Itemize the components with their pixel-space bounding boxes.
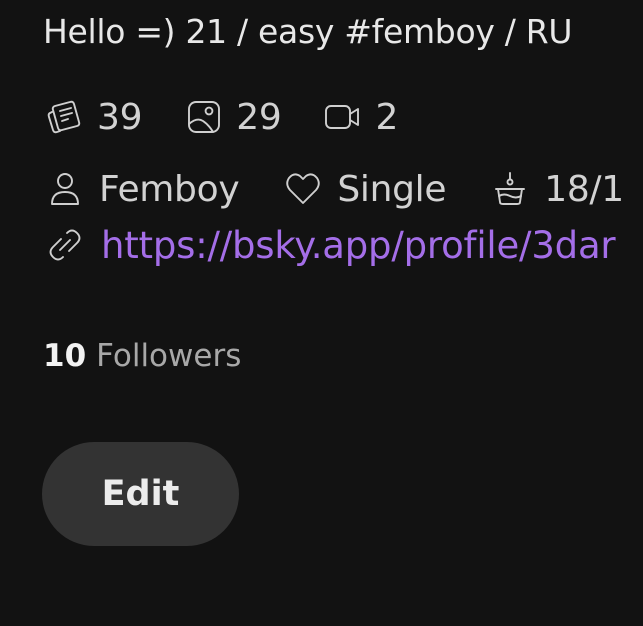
posts-icon — [43, 95, 87, 139]
followers-count: 10 — [43, 338, 87, 374]
gender-label: Femboy — [99, 168, 240, 210]
birthday-info: 18/1 — [488, 167, 624, 211]
person-icon — [43, 167, 87, 211]
profile-link-item: https://bsky.app/profile/3dar — [43, 223, 616, 267]
info-row: Femboy Single 18/1 — [43, 166, 643, 212]
media-count: 29 — [236, 96, 282, 138]
profile-link[interactable]: https://bsky.app/profile/3dar — [101, 224, 616, 267]
video-icon — [321, 95, 365, 139]
stats-row: 39 29 2 — [43, 94, 438, 140]
cake-icon — [488, 167, 532, 211]
video-stat[interactable]: 2 — [321, 95, 398, 139]
profile-bio: Hello =) 21 / easy #femboy / RU — [43, 12, 573, 51]
posts-stat[interactable]: 39 — [43, 95, 143, 139]
video-count: 2 — [375, 96, 399, 138]
profile-panel: Hello =) 21 / easy #femboy / RU 39 29 2 … — [0, 0, 643, 626]
link-row: https://bsky.app/profile/3dar — [43, 222, 616, 268]
link-icon — [43, 223, 87, 267]
media-stat[interactable]: 29 — [182, 95, 282, 139]
relationship-info: Single — [281, 167, 447, 211]
media-icon — [182, 95, 226, 139]
edit-button[interactable]: Edit — [42, 442, 239, 546]
followers[interactable]: 10 Followers — [43, 338, 241, 374]
birthday-label: 18/1 — [544, 168, 624, 210]
gender-info: Femboy — [43, 167, 240, 211]
heart-icon — [281, 167, 325, 211]
followers-label: Followers — [96, 338, 242, 374]
posts-count: 39 — [97, 96, 143, 138]
relationship-label: Single — [337, 168, 447, 210]
